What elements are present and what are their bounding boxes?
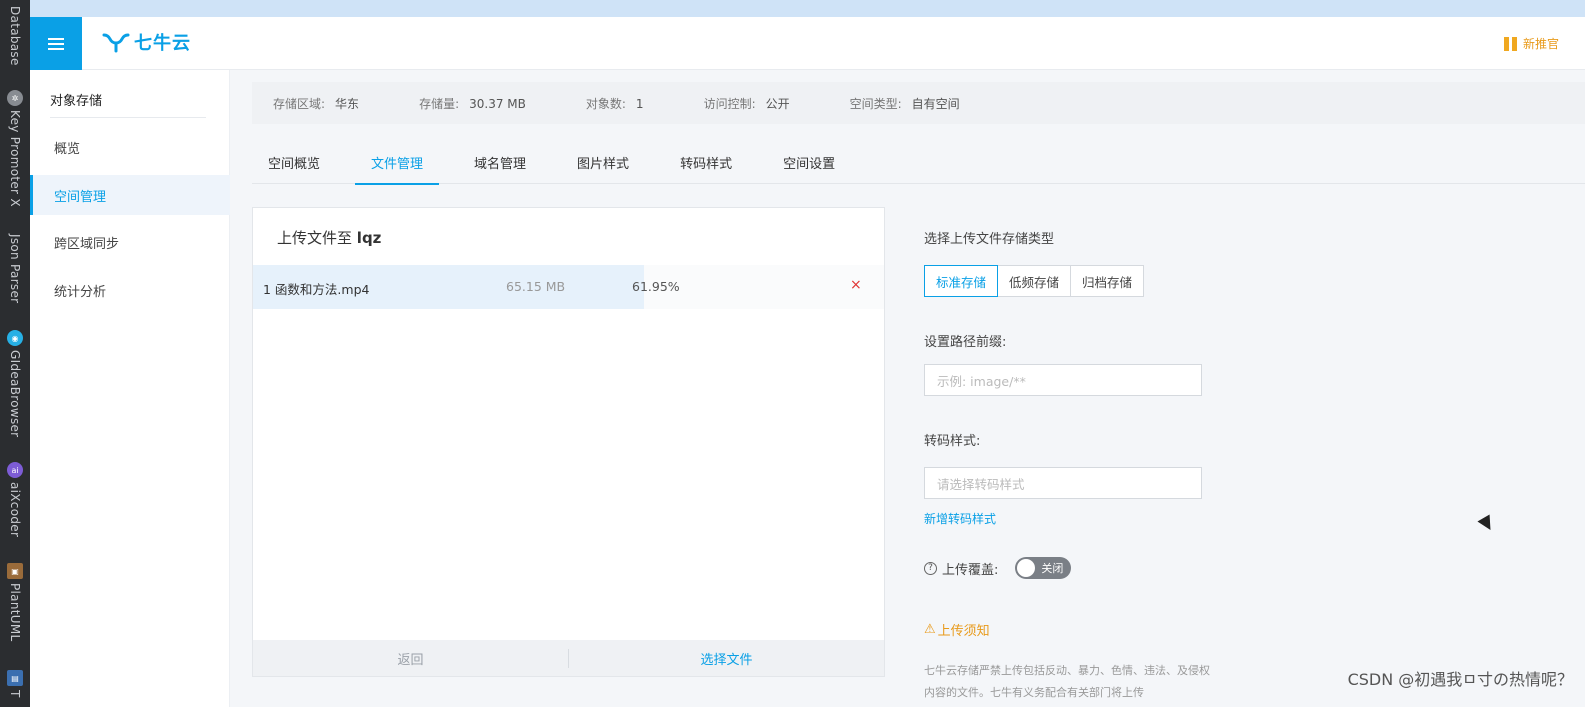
sidebar-item-space-management[interactable]: 空间管理 <box>30 175 230 215</box>
ide-tab-t[interactable]: ▤ T <box>0 670 30 698</box>
toggle-state: 关闭 <box>1041 562 1064 575</box>
ide-tab-aixcoder[interactable]: ai aiXcoder <box>0 462 30 537</box>
info-region: 存储区域: 华东 <box>273 96 360 111</box>
tab-space-overview[interactable]: 空间概览 <box>252 140 336 184</box>
tab-domain-management[interactable]: 域名管理 <box>458 140 542 184</box>
upload-overwrite-row: ? 上传覆盖: 关闭 <box>924 557 1072 579</box>
storage-type-archive[interactable]: 归档存储 <box>1070 265 1145 297</box>
info-storage-size: 存储量: 30.37 MB <box>419 96 526 111</box>
tab-file-management[interactable]: 文件管理 <box>355 140 440 185</box>
storage-type-selector: 标准存储 低频存储 归档存储 <box>924 265 1145 297</box>
tab-transcode-style[interactable]: 转码样式 <box>664 140 748 184</box>
ide-tab-label: Key Promoter X <box>8 110 22 207</box>
ide-tab-label: GIdeaBrowser <box>8 350 22 438</box>
key-promoter-icon: ✲ <box>7 90 23 106</box>
sidebar: 对象存储 概览 空间管理 跨区域同步 统计分析 <box>30 70 230 707</box>
upload-percentage: 61.95% <box>632 279 680 294</box>
ide-tab-key-promoter[interactable]: ✲ Key Promoter X <box>0 90 30 207</box>
choose-file-button[interactable]: 选择文件 <box>569 649 884 668</box>
ide-tab-ideabrowser[interactable]: ◉ GIdeaBrowser <box>0 330 30 437</box>
add-transcode-style-link[interactable]: 新增转码样式 <box>924 510 996 527</box>
hamburger-icon <box>48 37 64 50</box>
tab-bar: 空间概览 文件管理 域名管理 图片样式 转码样式 空间设置 <box>252 140 1585 185</box>
info-space-type: 空间类型: 自有空间 <box>849 96 960 111</box>
storage-type-standard[interactable]: 标准存储 <box>924 265 999 297</box>
file-name: 1 函数和方法.mp4 <box>263 282 370 297</box>
logo[interactable]: 七牛云 <box>102 29 191 55</box>
qiniu-logo-icon <box>102 33 130 53</box>
mouse-cursor-icon <box>1477 514 1497 534</box>
warning-icon: ⚠ <box>924 622 936 637</box>
ide-tab-database[interactable]: Database <box>0 6 30 66</box>
overwrite-toggle[interactable]: 关闭 <box>1015 557 1072 579</box>
bucket-info-bar: 存储区域: 华东 存储量: 30.37 MB 对象数: 1 访问控制: 公开 空间类型:… <box>252 82 1585 124</box>
tab-space-settings[interactable]: 空间设置 <box>767 140 851 184</box>
ide-tab-label: Json Parser <box>8 234 22 304</box>
sidebar-item-statistics[interactable]: 统计分析 <box>30 270 230 310</box>
plantuml-icon: ▣ <box>7 563 23 579</box>
upload-file-row: 1 函数和方法.mp4 65.15 MB 61.95% × <box>253 265 884 309</box>
path-prefix-input[interactable]: 示例: image/** <box>924 364 1202 396</box>
back-button[interactable]: 返回 <box>253 648 569 668</box>
ide-tab-label: Database <box>8 6 22 66</box>
logo-text: 七牛云 <box>134 33 191 54</box>
upload-panel-title: 上传文件至 lqz <box>277 229 382 247</box>
ide-tool-strip: Database ✲ Key Promoter X Json Parser ◉ … <box>0 0 30 707</box>
gift-icon <box>1503 36 1517 51</box>
app-header: 七牛云 新推官 <box>30 17 1585 70</box>
tab-image-style[interactable]: 图片样式 <box>561 140 645 184</box>
aixcoder-icon: ai <box>7 462 23 478</box>
upload-panel-footer: 返回 选择文件 <box>253 640 884 676</box>
sidebar-item-cross-region-sync[interactable]: 跨区域同步 <box>30 222 230 262</box>
path-prefix-label: 设置路径前缀: <box>924 335 1007 350</box>
bucket-name: lqz <box>356 229 382 247</box>
browser-icon: ◉ <box>7 330 23 346</box>
sidebar-divider <box>50 117 206 118</box>
transcode-style-select[interactable]: 请选择转码样式 <box>924 467 1202 499</box>
menu-button[interactable] <box>30 17 82 70</box>
transcode-style-label: 转码样式: <box>924 434 981 449</box>
ide-tab-plantuml[interactable]: ▣ PlantUML <box>0 563 30 641</box>
overwrite-label: 上传覆盖: <box>942 562 999 578</box>
browser-top-strip <box>30 0 1585 17</box>
remove-file-icon[interactable]: × <box>850 277 862 293</box>
info-object-count: 对象数: 1 <box>585 96 644 111</box>
t-icon: ▤ <box>7 670 23 686</box>
sidebar-item-overview[interactable]: 概览 <box>30 127 230 167</box>
info-access-control: 访问控制: 公开 <box>703 96 790 111</box>
upload-panel: 上传文件至 lqz 1 函数和方法.mp4 65.15 MB 61.95% × … <box>252 207 885 677</box>
ide-tab-label: PlantUML <box>8 583 22 642</box>
ide-tab-label: aiXcoder <box>8 482 22 538</box>
upload-notice-text: 七牛云存储严禁上传包括反动、暴力、色情、违法、及侵权内容的文件。七牛有义务配合有… <box>924 664 1210 699</box>
ide-tab-json-parser[interactable]: Json Parser <box>0 234 30 303</box>
storage-type-infrequent[interactable]: 低频存储 <box>997 265 1072 297</box>
ide-tab-label: T <box>8 690 22 698</box>
news-link[interactable]: 新推官 <box>1503 35 1559 52</box>
file-size: 65.15 MB <box>506 279 566 294</box>
upload-notice-title: ⚠ 上传须知 <box>924 622 990 639</box>
toggle-knob <box>1017 559 1036 577</box>
news-label: 新推官 <box>1522 37 1559 51</box>
watermark: CSDN @初遇我ㅁ寸の热情呢？ <box>1347 670 1573 689</box>
storage-type-label: 选择上传文件存储类型 <box>924 232 1055 247</box>
help-icon[interactable]: ? <box>924 561 937 575</box>
sidebar-title: 对象存储 <box>50 94 103 109</box>
